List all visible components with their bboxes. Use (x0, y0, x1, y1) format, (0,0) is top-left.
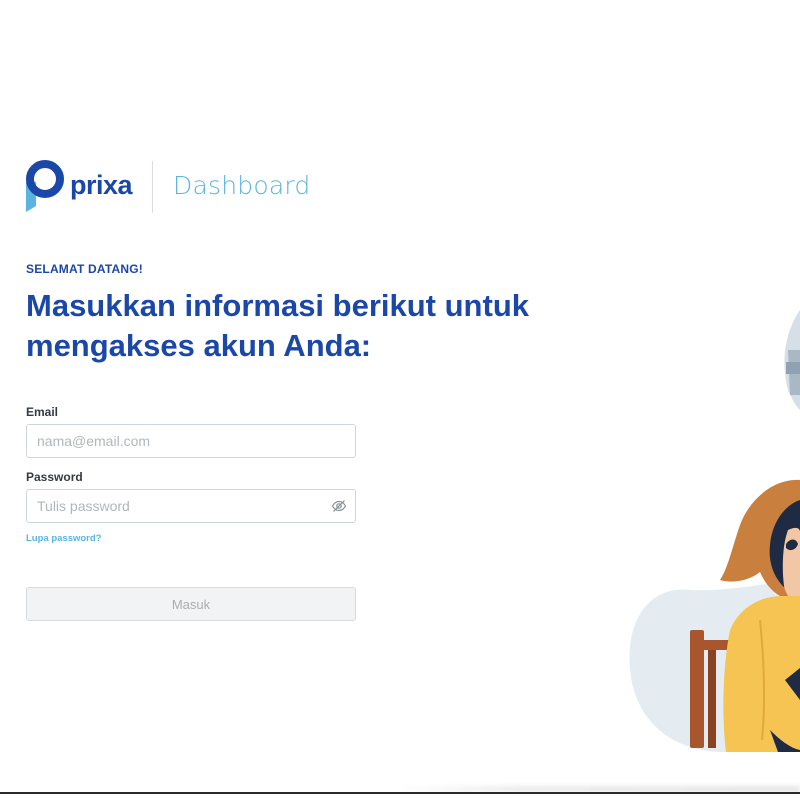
password-field-wrapper (26, 489, 356, 523)
section-title: Dashboard (173, 170, 311, 200)
password-label: Password (26, 470, 83, 484)
brand-header: prixa Dashboard (26, 160, 310, 214)
email-label: Email (26, 405, 59, 419)
password-field[interactable] (27, 490, 317, 522)
page-headline: Masukkan informasi berikut untuk mengaks… (26, 288, 529, 363)
login-page: prixa Dashboard SELAMAT DATANG! Masukkan… (0, 0, 800, 800)
forgot-password-link[interactable]: Lupa password? (26, 533, 101, 544)
email-field[interactable] (27, 425, 317, 457)
woman-illustration (610, 300, 800, 760)
brand-divider (152, 161, 154, 213)
prixa-logo-icon (26, 160, 66, 214)
footer-divider (0, 792, 800, 794)
logo-wordmark: prixa (70, 169, 133, 200)
welcome-eyebrow: SELAMAT DATANG! (26, 262, 143, 276)
email-field-wrapper (26, 424, 356, 458)
login-button[interactable]: Masuk (26, 587, 356, 621)
eye-off-icon[interactable] (331, 498, 347, 514)
